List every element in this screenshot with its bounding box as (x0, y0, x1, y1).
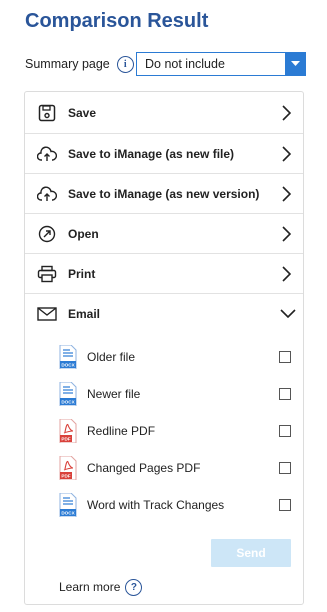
email-row[interactable]: Email (25, 293, 303, 333)
save-to-imanage-new-version-label: Save to iManage (as new version) (68, 186, 260, 201)
printer-icon (37, 264, 57, 284)
docx-file-icon: DOCX (59, 381, 77, 407)
chevron-right-icon (279, 103, 293, 123)
svg-text:DOCX: DOCX (61, 511, 75, 516)
email-file-changed-pages-pdf[interactable]: PDF Changed Pages PDF (59, 453, 291, 483)
open-label: Open (68, 226, 99, 241)
docx-file-icon: DOCX (59, 492, 77, 518)
chevron-down-icon (279, 304, 297, 324)
save-to-imanage-new-file-label: Save to iManage (as new file) (68, 146, 235, 161)
summary-page-row: Summary page i (25, 52, 134, 76)
word-track-changes-label: Word with Track Changes (87, 498, 225, 512)
open-external-icon (37, 224, 57, 244)
redline-pdf-label: Redline PDF (87, 424, 156, 438)
help-icon[interactable]: ? (125, 578, 143, 596)
svg-text:PDF: PDF (61, 437, 70, 442)
email-file-newer[interactable]: DOCX Newer file (59, 379, 291, 409)
summary-page-selected-value: Do not include (145, 57, 225, 71)
chevron-right-icon (279, 224, 293, 244)
newer-file-label: Newer file (87, 387, 141, 401)
info-icon[interactable]: i (116, 55, 134, 73)
email-file-redline-pdf[interactable]: PDF Redline PDF (59, 416, 291, 446)
chevron-right-icon (279, 264, 293, 284)
docx-file-icon: DOCX (59, 344, 77, 370)
cloud-upload-icon (37, 144, 57, 164)
save-to-imanage-new-version-row[interactable]: Save to iManage (as new version) (25, 173, 303, 213)
actions-panel: Save Save to iManage (as new file) Save … (24, 91, 304, 605)
email-label: Email (68, 306, 101, 321)
cloud-upload-icon (37, 184, 57, 204)
summary-page-dropdown[interactable]: Do not include (136, 52, 306, 76)
changed-pages-pdf-label: Changed Pages PDF (87, 461, 201, 475)
older-file-checkbox[interactable] (279, 351, 291, 363)
newer-file-checkbox[interactable] (279, 388, 291, 400)
page-title: Comparison Result (25, 10, 209, 32)
pdf-file-icon: PDF (59, 455, 77, 481)
redline-pdf-checkbox[interactable] (279, 425, 291, 437)
save-label: Save (68, 106, 97, 120)
email-file-older[interactable]: DOCX Older file (59, 342, 291, 372)
learn-more-link[interactable]: Learn more (59, 580, 120, 594)
chevron-right-icon (279, 144, 293, 164)
svg-text:DOCX: DOCX (61, 400, 75, 405)
save-to-imanage-new-file-row[interactable]: Save to iManage (as new file) (25, 133, 303, 173)
open-row[interactable]: Open (25, 213, 303, 253)
envelope-icon (37, 304, 57, 324)
chevron-right-icon (279, 184, 293, 204)
send-button[interactable]: Send (211, 539, 291, 567)
pdf-file-icon: PDF (59, 418, 77, 444)
chevron-down-icon[interactable] (285, 53, 305, 75)
learn-more-row: Learn more ? (59, 578, 143, 596)
save-row[interactable]: Save (25, 93, 303, 133)
save-icon (37, 103, 57, 123)
email-file-word-track-changes[interactable]: DOCX Word with Track Changes (59, 490, 291, 520)
changed-pages-pdf-checkbox[interactable] (279, 462, 291, 474)
word-track-changes-checkbox[interactable] (279, 499, 291, 511)
print-label: Print (68, 266, 96, 281)
older-file-label: Older file (87, 350, 136, 364)
svg-text:PDF: PDF (61, 474, 70, 479)
summary-page-label: Summary page (25, 57, 110, 71)
svg-text:DOCX: DOCX (61, 363, 75, 368)
print-row[interactable]: Print (25, 253, 303, 293)
